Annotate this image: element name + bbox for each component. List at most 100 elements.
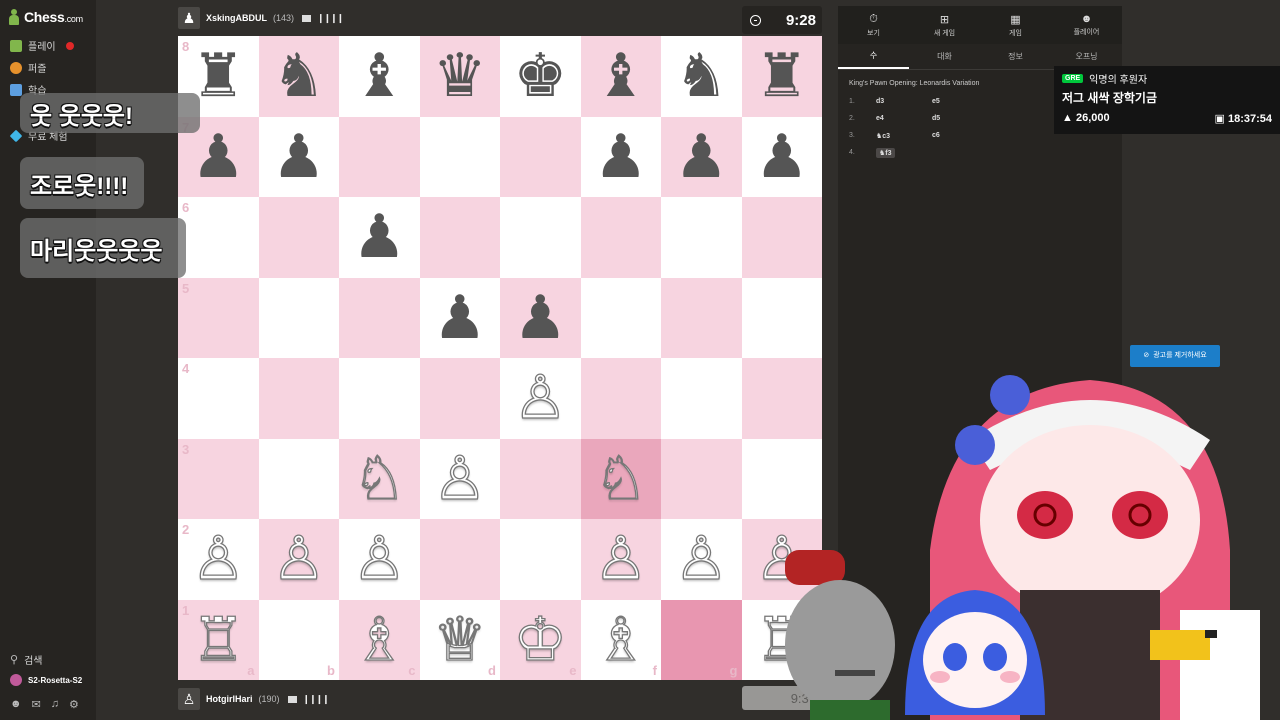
square-a2[interactable]: ♙ 2 [178, 519, 259, 600]
sidebar-user[interactable]: S2-Rosetta-S2 [10, 674, 82, 686]
square-f2[interactable]: ♙ [580, 519, 661, 600]
chess-piece[interactable]: ♙ [432, 448, 487, 509]
square-f4[interactable] [580, 358, 661, 439]
sidebar-search[interactable]: ⚲ 검색 [10, 652, 42, 667]
chess-piece[interactable]: ♙ [191, 529, 246, 590]
square-f1[interactable]: ♗ f [580, 599, 661, 680]
white-move-current[interactable]: ♞f3 [876, 147, 895, 158]
chess-piece[interactable]: ♟ [433, 288, 487, 348]
square-e7[interactable] [500, 116, 581, 197]
chess-piece[interactable]: ♝ [594, 46, 648, 106]
square-d2[interactable] [419, 519, 500, 600]
square-g4[interactable] [661, 358, 742, 439]
chess-piece[interactable]: ♗ [352, 609, 407, 670]
square-g8[interactable]: ♞ [661, 36, 742, 117]
square-g6[interactable] [661, 197, 742, 278]
square-e1[interactable]: ♔ e [500, 599, 581, 680]
square-e2[interactable] [500, 519, 581, 600]
square-e8[interactable]: ♚ [500, 36, 581, 117]
square-a1[interactable]: ♖ 1 a [178, 599, 259, 680]
square-e6[interactable] [500, 197, 581, 278]
square-h8[interactable]: ♜ [741, 36, 822, 117]
sidebar-item-puzzles[interactable]: 퍼즐 [10, 60, 46, 75]
square-h4[interactable] [741, 358, 822, 439]
chess-piece[interactable]: ♟ [674, 127, 728, 187]
chess-piece[interactable]: ♘ [352, 448, 407, 509]
square-c2[interactable]: ♙ [339, 519, 420, 600]
chess-piece[interactable]: ♙ [513, 368, 568, 429]
bottom-player-name[interactable]: HotgirlHari [206, 694, 253, 704]
tab-moves[interactable]: 수 [838, 44, 909, 69]
square-b5[interactable] [258, 277, 339, 358]
chess-piece[interactable]: ♕ [432, 609, 487, 670]
chess-piece[interactable]: ♘ [593, 448, 648, 509]
chess-logo[interactable]: Chess.com [8, 9, 83, 25]
top-player-name[interactable]: XskingABDUL [206, 13, 267, 23]
square-a6[interactable]: 6 [178, 197, 259, 278]
gear-icon[interactable]: ⚙ [69, 698, 79, 711]
chess-piece[interactable]: ♝ [352, 46, 406, 106]
square-f8[interactable]: ♝ [580, 36, 661, 117]
chess-piece[interactable]: ♟ [352, 207, 406, 267]
square-c5[interactable] [339, 277, 420, 358]
chess-piece[interactable]: ♞ [674, 46, 728, 106]
square-c4[interactable] [339, 358, 420, 439]
chess-piece[interactable]: ♔ [513, 609, 568, 670]
chess-piece[interactable]: ♙ [352, 529, 407, 590]
white-move[interactable]: e4 [876, 115, 932, 122]
square-f7[interactable]: ♟ [580, 116, 661, 197]
black-move[interactable]: e5 [932, 98, 988, 105]
square-d5[interactable]: ♟ [419, 277, 500, 358]
square-c6[interactable]: ♟ [339, 197, 420, 278]
white-move[interactable]: ♞c3 [876, 132, 932, 140]
square-b6[interactable] [258, 197, 339, 278]
tab-new-game[interactable]: ⊞ 새 게임 [909, 6, 980, 44]
square-d8[interactable]: ♛ [419, 36, 500, 117]
black-move[interactable]: c6 [932, 132, 988, 139]
square-b3[interactable] [258, 438, 339, 519]
square-b1[interactable]: b [258, 599, 339, 680]
bottom-player-avatar[interactable]: ♙ [178, 688, 200, 710]
square-c7[interactable] [339, 116, 420, 197]
square-c8[interactable]: ♝ [339, 36, 420, 117]
square-b7[interactable]: ♟ [258, 116, 339, 197]
tab-chat[interactable]: 대화 [909, 44, 980, 69]
friends-icon[interactable]: ☻ [10, 698, 22, 711]
square-f6[interactable] [580, 197, 661, 278]
chess-piece[interactable]: ♜ [755, 46, 809, 106]
tab-info[interactable]: 정보 [980, 44, 1051, 69]
chess-board[interactable]: ♜8♞♝♛♚♝♞♜♟7♟♟♟♟6♟5♟♟4♙3♘♙♘♙2♙♙♙♙♙♖1ab♗c♕… [178, 36, 822, 680]
square-h6[interactable] [741, 197, 822, 278]
square-d3[interactable]: ♙ [419, 438, 500, 519]
square-b4[interactable] [258, 358, 339, 439]
bell-icon[interactable]: ♫ [51, 698, 59, 711]
square-b2[interactable]: ♙ [258, 519, 339, 600]
square-c3[interactable]: ♘ [339, 438, 420, 519]
chess-piece[interactable]: ♙ [271, 529, 326, 590]
square-d6[interactable] [419, 197, 500, 278]
chess-piece[interactable]: ♗ [593, 609, 648, 670]
chess-piece[interactable]: ♙ [674, 529, 729, 590]
white-move[interactable]: d3 [876, 98, 932, 105]
square-a4[interactable]: 4 [178, 358, 259, 439]
square-d4[interactable] [419, 358, 500, 439]
square-h7[interactable]: ♟ [741, 116, 822, 197]
square-g3[interactable] [661, 438, 742, 519]
square-d7[interactable] [419, 116, 500, 197]
square-g1[interactable]: g [661, 599, 742, 680]
tab-watch[interactable]: ⏱ 보기 [838, 6, 909, 44]
chess-piece[interactable]: ♟ [272, 127, 326, 187]
chess-piece[interactable]: ♛ [433, 46, 487, 106]
chess-piece[interactable]: ♞ [272, 46, 326, 106]
sidebar-item-play[interactable]: 플레이 [10, 38, 74, 53]
square-e4[interactable]: ♙ [500, 358, 581, 439]
square-b8[interactable]: ♞ [258, 36, 339, 117]
square-e5[interactable]: ♟ [500, 277, 581, 358]
square-a5[interactable]: 5 [178, 277, 259, 358]
square-h3[interactable] [741, 438, 822, 519]
chess-piece[interactable]: ♟ [191, 127, 245, 187]
tab-players[interactable]: ☻ 플레이어 [1051, 6, 1122, 44]
chess-piece[interactable]: ♟ [513, 288, 567, 348]
square-f3[interactable]: ♘ [580, 438, 661, 519]
chess-piece[interactable]: ♙ [593, 529, 648, 590]
